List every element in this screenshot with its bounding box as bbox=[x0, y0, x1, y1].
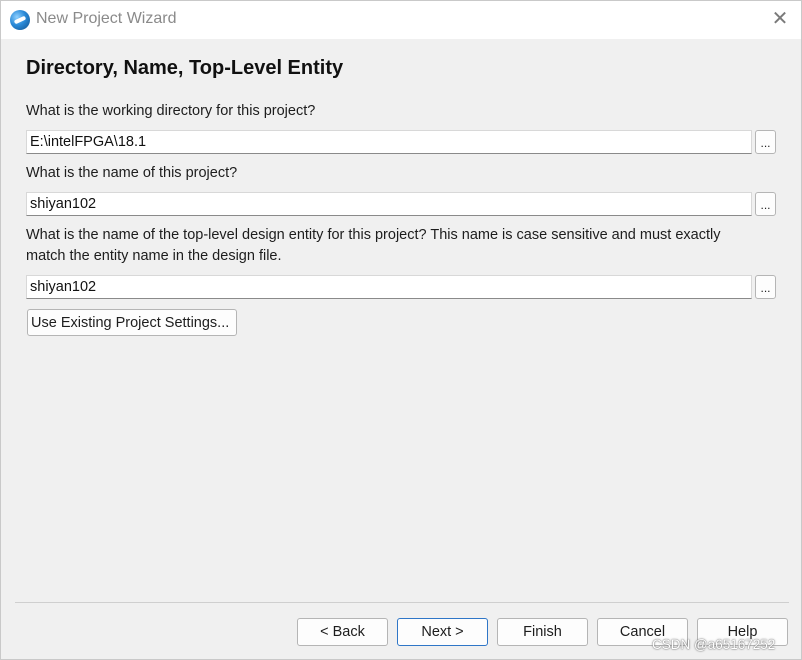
quartus-globe-icon bbox=[10, 10, 30, 30]
watermark-text: CSDN @a65167252 bbox=[652, 637, 776, 652]
browse-top-entity-button[interactable]: ... bbox=[755, 275, 776, 299]
browse-directory-button[interactable]: ... bbox=[755, 130, 776, 154]
next-button[interactable]: Next > bbox=[397, 618, 488, 646]
finish-button[interactable]: Finish bbox=[497, 618, 588, 646]
top-entity-input[interactable] bbox=[26, 275, 752, 299]
page-heading: Directory, Name, Top-Level Entity bbox=[26, 57, 344, 79]
directory-input[interactable] bbox=[26, 130, 752, 154]
browse-project-name-button[interactable]: ... bbox=[755, 192, 776, 216]
window-title: New Project Wizard bbox=[36, 10, 177, 27]
project-name-question: What is the name of this project? bbox=[26, 165, 238, 181]
top-entity-question-line2: match the entity name in the design file… bbox=[26, 248, 282, 264]
directory-question: What is the working directory for this p… bbox=[26, 103, 316, 119]
use-existing-settings-button[interactable]: Use Existing Project Settings... bbox=[27, 309, 237, 336]
title-bar: New Project Wizard ✕ bbox=[1, 1, 801, 39]
back-button[interactable]: < Back bbox=[297, 618, 388, 646]
wizard-window: New Project Wizard ✕ Directory, Name, To… bbox=[0, 0, 802, 660]
project-name-input[interactable] bbox=[26, 192, 752, 216]
footer-divider bbox=[15, 602, 789, 603]
close-icon[interactable]: ✕ bbox=[769, 8, 791, 30]
top-entity-question-line1: What is the name of the top-level design… bbox=[26, 227, 721, 243]
